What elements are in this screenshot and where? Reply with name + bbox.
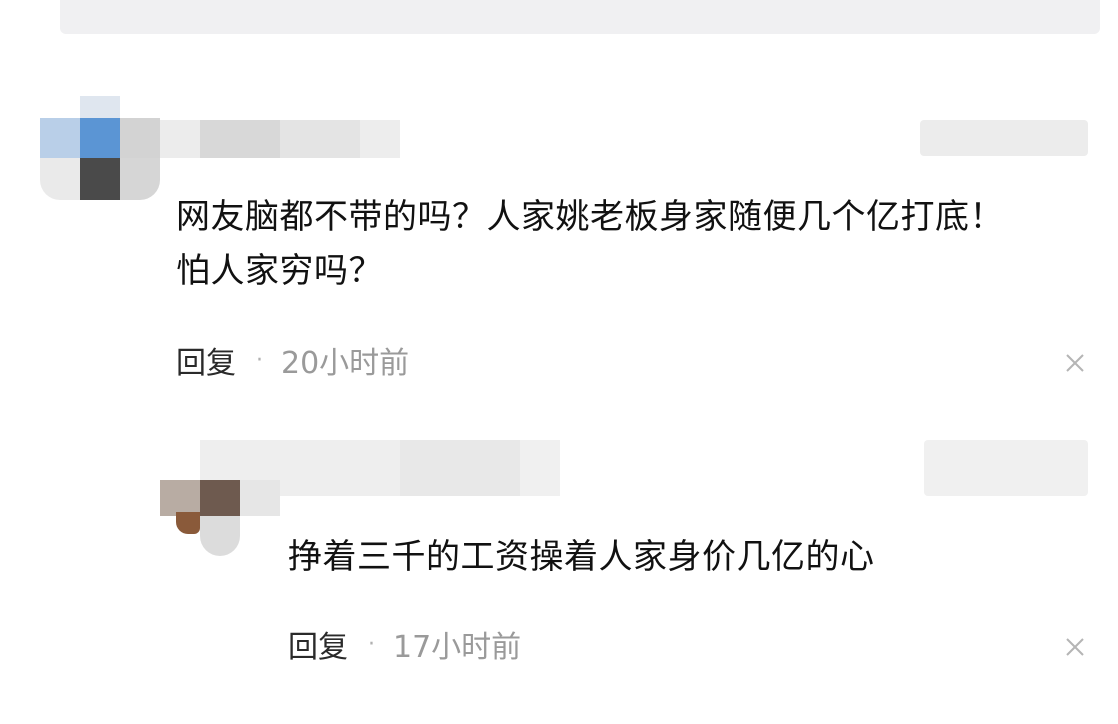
timestamp: 17小时前: [393, 630, 522, 665]
reply-button[interactable]: 回复: [288, 622, 348, 666]
close-icon[interactable]: [1062, 634, 1088, 660]
like-area-blurred[interactable]: [924, 440, 1088, 496]
separator-dot: ·: [368, 631, 375, 657]
username-blurred[interactable]: [280, 440, 560, 496]
avatar[interactable]: [160, 440, 280, 556]
comment-meta: 回复 · 17小时前: [288, 622, 522, 666]
comment-item: 挣着三千的工资操着人家身价几亿的心 回复 · 17小时前: [0, 0, 1118, 724]
comment-text: 挣着三千的工资操着人家身价几亿的心: [288, 537, 875, 577]
